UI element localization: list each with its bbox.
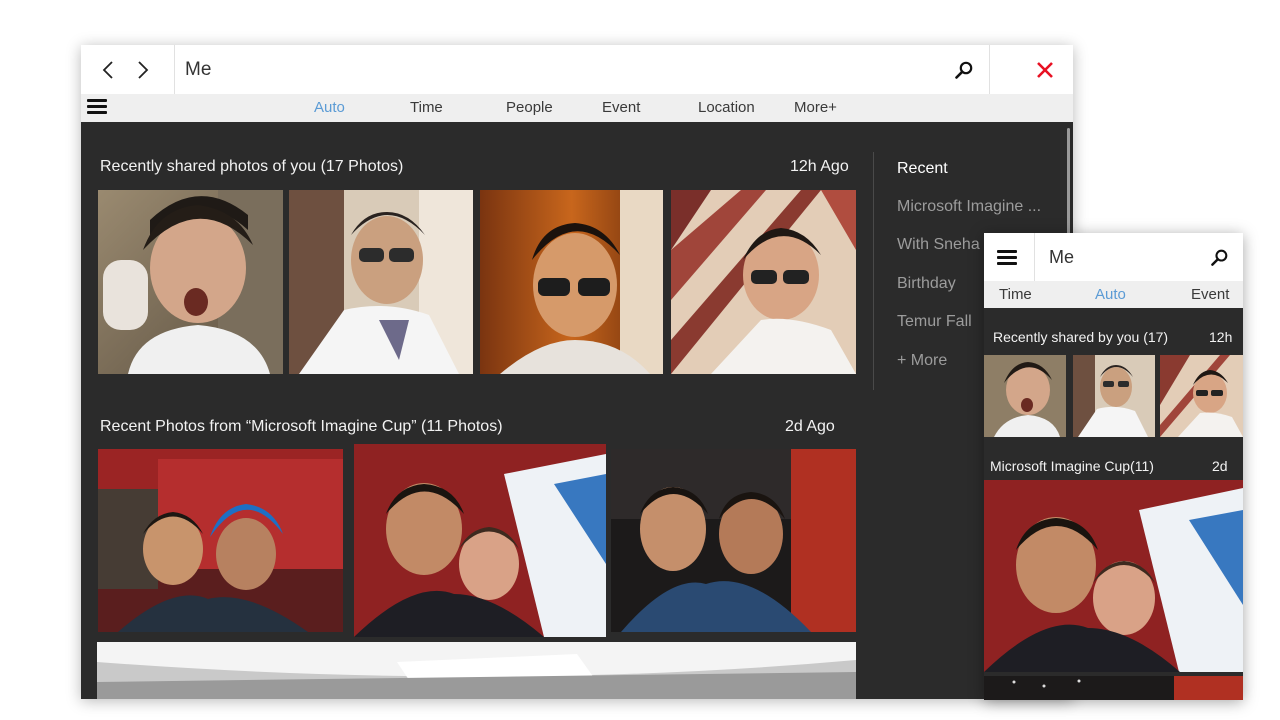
back-button[interactable] [95,57,121,83]
section-title: Microsoft Imagine Cup(11) [990,458,1154,474]
forward-button[interactable] [130,57,156,83]
compact-window: Time Auto Event Recently shared by you (… [984,233,1243,700]
tab-auto[interactable]: Auto [1095,286,1126,303]
compact-search-box [1034,233,1204,281]
tab-bar: Auto Time People Event Location More+ [81,94,1073,122]
photo-thumbnail[interactable] [984,355,1066,437]
compact-top-bar [984,233,1243,281]
recent-more-link[interactable]: + More [897,352,947,370]
tab-event[interactable]: Event [602,99,640,116]
section-title: Recently shared photos of you (17 Photos… [100,158,404,175]
close-icon[interactable] [1036,61,1054,79]
photo-thumbnail[interactable] [480,190,663,374]
photo-thumbnail[interactable] [97,642,856,699]
search-box [174,45,990,94]
search-input[interactable] [175,45,915,94]
photo-thumbnail[interactable] [984,676,1243,700]
recent-item[interactable]: Birthday [897,275,956,293]
photo-thumbnail[interactable] [611,449,856,632]
recent-heading: Recent [897,160,948,177]
hamburger-menu-icon[interactable] [87,99,107,117]
tab-time[interactable]: Time [410,99,443,116]
tab-auto[interactable]: Auto [314,99,345,116]
chevron-left-icon [102,61,113,79]
compact-tab-bar: Time Auto Event [984,281,1243,308]
content-area: Recently shared photos of you (17 Photos… [81,122,1073,699]
photo-thumbnail[interactable] [98,449,343,632]
hamburger-menu-icon[interactable] [997,250,1017,266]
photo-thumbnail[interactable] [1073,355,1155,437]
tab-location[interactable]: Location [698,99,755,116]
photo-thumbnail[interactable] [98,190,283,374]
section-time: 12h [1209,329,1233,345]
tab-event[interactable]: Event [1191,286,1229,303]
top-bar [81,45,1073,94]
section-title: Recent Photos from “Microsoft Imagine Cu… [100,418,503,435]
chevron-right-icon [138,61,149,79]
compact-search-input[interactable] [1035,233,1195,281]
tab-people[interactable]: People [506,99,553,116]
photo-thumbnail[interactable] [984,480,1243,672]
search-icon[interactable] [955,61,973,79]
tab-more[interactable]: More+ [794,99,837,116]
section-time: 12h Ago [790,158,849,175]
recent-item[interactable]: Microsoft Imagine ... [897,198,1041,216]
photo-thumbnail[interactable] [289,190,473,374]
photo-thumbnail[interactable] [1160,355,1243,437]
section-time: 2d Ago [785,418,835,435]
recent-item[interactable]: With Sneha [897,236,980,254]
tab-time[interactable]: Time [999,286,1032,303]
section-title: Recently shared by you (17) [993,329,1169,345]
section-time: 2d [1212,458,1228,474]
main-window: Auto Time People Event Location More+ Re… [81,45,1073,699]
recent-item[interactable]: Temur Fall [897,313,972,331]
photo-thumbnail[interactable] [354,444,606,637]
photo-thumbnail[interactable] [671,190,856,374]
search-icon[interactable] [1211,249,1228,266]
